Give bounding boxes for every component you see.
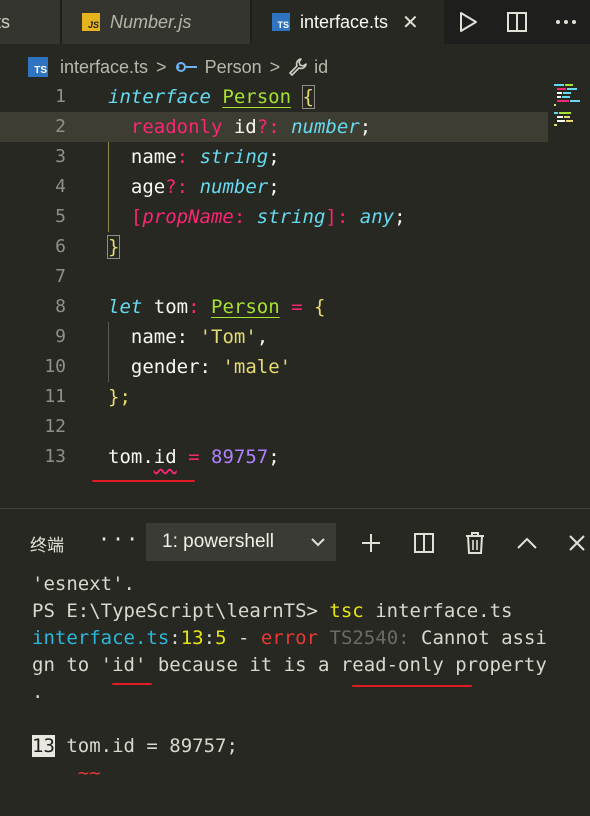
js-file-icon: JS [82, 13, 100, 31]
close-icon[interactable] [568, 534, 586, 552]
line-number: 7 [55, 266, 66, 287]
code-text: tom.id = 89757; [108, 446, 280, 468]
terminal-select[interactable]: 1: powershell [146, 523, 336, 561]
code-line: 5 [propName: string]: any; [0, 202, 548, 232]
code-line: 11 }; [0, 382, 548, 412]
more-icon[interactable]: ··· [98, 527, 140, 551]
terminal-line: 'esnext'. [32, 573, 135, 595]
code-line: 8 let tom: Person = { [0, 292, 548, 322]
code-text: interface Person { [108, 85, 315, 109]
breadcrumb-separator: > [269, 56, 281, 77]
annotation-underline [92, 480, 195, 482]
code-editor[interactable]: 1 interface Person { 2 readonly id?: num… [0, 82, 590, 496]
line-number: 12 [44, 416, 66, 437]
tab-label: interface.ts [300, 11, 389, 32]
terminal-line: PS E:\TypeScript\learnTS> tsc interface.… [32, 600, 513, 622]
tab-interface-ts[interactable]: TS interface.ts ✕ [252, 0, 444, 44]
terminal-line: . [32, 681, 44, 703]
terminal-line: gn to 'id' because it is a read-only pro… [32, 654, 547, 676]
code-text: } [106, 235, 121, 259]
breadcrumb-symbol-person[interactable]: Person [205, 57, 262, 78]
line-number: 4 [55, 176, 66, 197]
code-text: }; [108, 386, 131, 408]
panel-actions [360, 527, 590, 559]
tab-number-js[interactable]: JS Number.js [62, 0, 250, 44]
terminal-panel: 终端 ··· 1: powershell 'esnext'. PS E:\Typ… [0, 508, 590, 816]
annotation-underline [112, 683, 152, 685]
chevron-down-icon [310, 537, 326, 547]
code-line: 6 } [0, 232, 548, 262]
code-line: 10 gender: 'male' [0, 352, 548, 382]
code-line: 13 tom.id = 89757; [0, 442, 548, 472]
code-line: 7 [0, 262, 548, 292]
terminal-line: interface.ts:13:5 - error TS2540: Cannot… [32, 627, 547, 649]
run-icon[interactable] [455, 9, 481, 35]
code-text: [propName: string]: any; [130, 206, 406, 228]
editor-tab-bar: ts JS Number.js TS interface.ts ✕ [0, 0, 590, 44]
ts-file-icon: TS [28, 57, 48, 77]
minimap[interactable] [554, 82, 588, 130]
split-editor-icon[interactable] [504, 9, 530, 35]
line-number: 8 [55, 296, 66, 317]
line-number: 2 [55, 116, 66, 137]
code-line: 9 name: 'Tom', [0, 322, 548, 352]
terminal-select-value: 1: powershell [162, 531, 274, 552]
terminal-line: 13 tom.id = 89757; [32, 735, 238, 757]
line-number: 10 [44, 356, 66, 377]
tab-partial-ts[interactable]: ts [0, 0, 60, 44]
trash-icon[interactable] [465, 532, 485, 554]
code-text: age?: number; [130, 176, 280, 198]
error-squiggle: id [153, 446, 177, 468]
code-line: 1 interface Person { [0, 82, 548, 112]
tab-label: ts [0, 11, 11, 32]
line-number: 11 [44, 386, 66, 407]
wrench-icon [288, 57, 308, 77]
line-number: 6 [55, 236, 66, 257]
ts-file-icon: TS [272, 13, 290, 31]
annotation-underline [352, 685, 472, 687]
line-number: 3 [55, 146, 66, 167]
split-terminal-icon[interactable] [413, 532, 435, 554]
terminal-line: ~~ [77, 762, 101, 784]
code-text: let tom: Person = { [108, 296, 326, 318]
code-line: 4 age?: number; [0, 172, 548, 202]
line-number: 5 [55, 206, 66, 227]
plus-icon[interactable] [360, 532, 382, 554]
close-icon[interactable]: ✕ [402, 10, 419, 35]
breadcrumb-symbol-id[interactable]: id [314, 57, 328, 78]
breadcrumb-separator: > [156, 56, 167, 77]
breadcrumb: TS interface.ts > Person > id [28, 53, 328, 81]
tab-label: Number.js [110, 11, 192, 32]
code-line: 12 [0, 412, 548, 442]
breadcrumb-file[interactable]: interface.ts [60, 57, 148, 78]
chevron-up-icon[interactable] [516, 536, 538, 550]
panel-header: 终端 ··· 1: powershell [0, 521, 590, 565]
code-text: name: 'Tom', [130, 326, 269, 348]
code-text: gender: 'male' [130, 356, 292, 378]
interface-symbol-icon [175, 60, 199, 74]
editor-actions [444, 0, 590, 44]
line-number: 1 [55, 86, 66, 107]
code-line: 3 name: string; [0, 142, 548, 172]
more-actions-icon[interactable] [553, 9, 579, 35]
code-text: name: string; [130, 146, 280, 168]
line-number: 13 [44, 446, 66, 467]
panel-title-terminal[interactable]: 终端 [30, 531, 64, 556]
line-number: 9 [55, 326, 66, 347]
code-line-current: 2 readonly id?: number; [0, 112, 548, 142]
code-text: readonly id?: number; [130, 116, 372, 138]
